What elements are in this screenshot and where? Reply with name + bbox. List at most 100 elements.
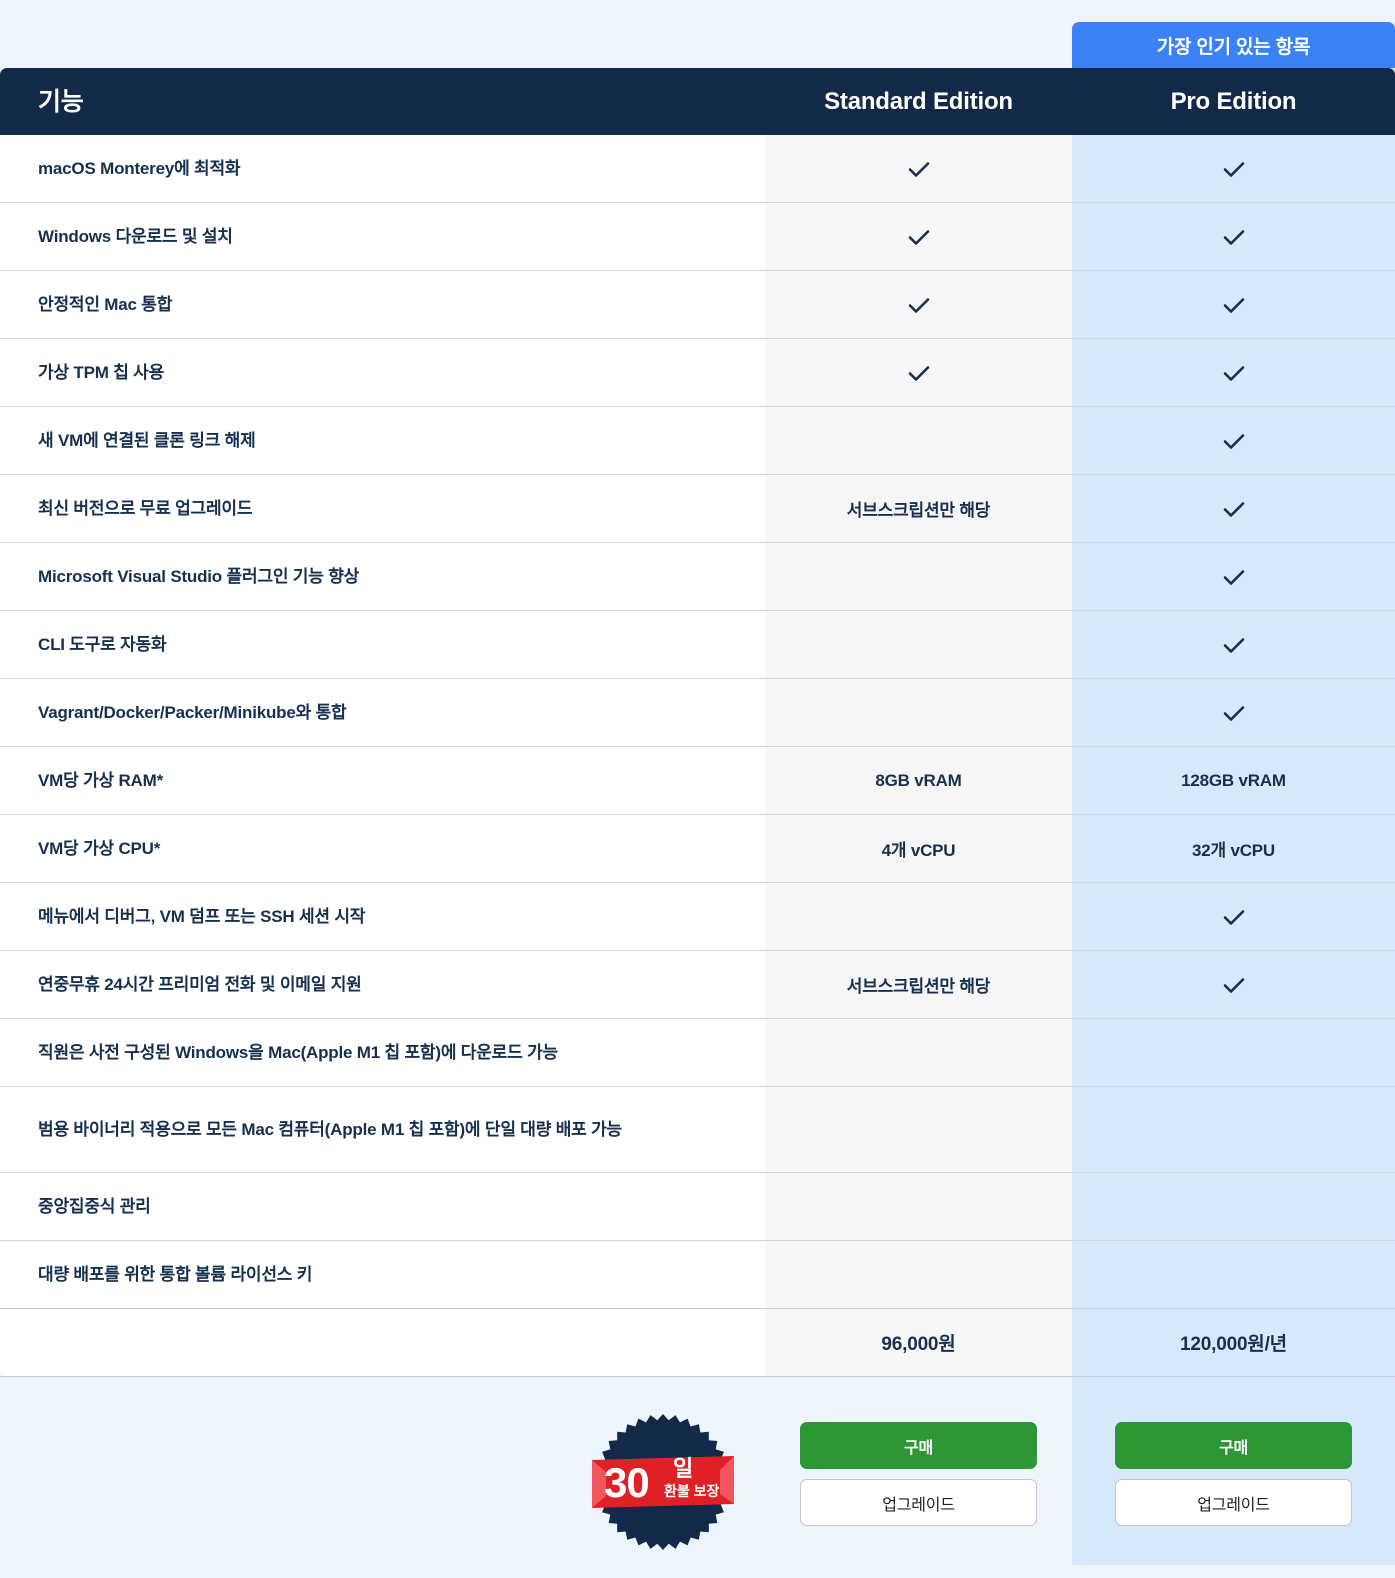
standard-value: 8GB vRAM: [765, 747, 1072, 814]
pro-value: [1072, 1173, 1395, 1240]
comparison-table: 기능 Standard Edition Pro Edition macOS Mo…: [0, 68, 1395, 1377]
standard-value: 서브스크립션만 해당: [765, 475, 1072, 542]
feature-label: macOS Monterey에 최적화: [0, 135, 765, 202]
table-row: 안정적인 Mac 통합: [0, 271, 1395, 339]
guarantee-subtitle: 환불 보장: [664, 1483, 720, 1499]
feature-label: 연중무휴 24시간 프리미엄 전화 및 이메일 지원: [0, 951, 765, 1018]
pro-value: [1072, 883, 1395, 950]
check-icon: [908, 161, 929, 177]
pro-value: [1072, 679, 1395, 746]
pro-value: [1072, 1019, 1395, 1086]
pro-value: [1072, 271, 1395, 338]
feature-label: 직원은 사전 구성된 Windows을 Mac(Apple M1 칩 포함)에 …: [0, 1019, 765, 1086]
standard-value: 서브스크립션만 해당: [765, 951, 1072, 1018]
standard-value: [765, 339, 1072, 406]
header-feature-label: 기능: [38, 87, 84, 116]
guarantee-number: 30: [604, 1459, 650, 1506]
standard-value: [765, 203, 1072, 270]
standard-value: [765, 1019, 1072, 1086]
standard-value: [765, 611, 1072, 678]
standard-upgrade-button[interactable]: 업그레이드: [800, 1479, 1037, 1526]
check-icon: [1223, 909, 1244, 925]
table-row: CLI 도구로 자동화: [0, 611, 1395, 679]
most-popular-banner-label: 가장 인기 있는 항목: [1156, 36, 1311, 58]
check-icon: [1223, 569, 1244, 585]
standard-value: [765, 679, 1072, 746]
check-icon: [1223, 637, 1244, 653]
header-pro-label: Pro Edition: [1170, 87, 1297, 115]
table-row: 연중무휴 24시간 프리미엄 전화 및 이메일 지원 서브스크립션만 해당: [0, 951, 1395, 1019]
feature-label: 새 VM에 연결된 클론 링크 해제: [0, 407, 765, 474]
pro-upgrade-button[interactable]: 업그레이드: [1115, 1479, 1352, 1526]
standard-value: [765, 135, 1072, 202]
pro-value: [1072, 475, 1395, 542]
money-back-guarantee-badge: 30 일 환불 보장: [588, 1400, 738, 1565]
pro-value: 32개 vCPU: [1072, 815, 1395, 882]
feature-label: 안정적인 Mac 통합: [0, 271, 765, 338]
header-standard-label: Standard Edition: [824, 87, 1013, 115]
table-row: 최신 버전으로 무료 업그레이드 서브스크립션만 해당: [0, 475, 1395, 543]
standard-value: [765, 407, 1072, 474]
table-row: 중앙집중식 관리: [0, 1173, 1395, 1241]
check-icon: [1223, 705, 1244, 721]
pro-value: [1072, 339, 1395, 406]
standard-value: [765, 1087, 1072, 1172]
table-row: VM당 가상 CPU* 4개 vCPU 32개 vCPU: [0, 815, 1395, 883]
table-row: Microsoft Visual Studio 플러그인 기능 향상: [0, 543, 1395, 611]
table-row: 대량 배포를 위한 통합 볼륨 라이선스 키: [0, 1241, 1395, 1309]
feature-label: 최신 버전으로 무료 업그레이드: [0, 475, 765, 542]
guarantee-unit: 일: [673, 1456, 694, 1481]
pro-value: [1072, 951, 1395, 1018]
feature-label: Vagrant/Docker/Packer/Minikube와 통합: [0, 679, 765, 746]
table-row: VM당 가상 RAM* 8GB vRAM 128GB vRAM: [0, 747, 1395, 815]
feature-label: VM당 가상 CPU*: [0, 815, 765, 882]
feature-label: Microsoft Visual Studio 플러그인 기능 향상: [0, 543, 765, 610]
feature-label: CLI 도구로 자동화: [0, 611, 765, 678]
pricing-comparison-page: 가장 인기 있는 항목 기능 Standard Edition Pro Edit…: [0, 0, 1395, 1578]
pro-value: [1072, 1241, 1395, 1308]
pro-value: [1072, 135, 1395, 202]
check-icon: [1223, 161, 1244, 177]
table-body: macOS Monterey에 최적화 Windows 다운로드 및 설치 안정적인…: [0, 135, 1395, 1309]
check-icon: [1223, 501, 1244, 517]
pro-buy-button[interactable]: 구매: [1115, 1422, 1352, 1469]
pro-value: [1072, 1087, 1395, 1172]
feature-label: Windows 다운로드 및 설치: [0, 203, 765, 270]
standard-value: [765, 271, 1072, 338]
feature-label: 가상 TPM 칩 사용: [0, 339, 765, 406]
table-row: 새 VM에 연결된 클론 링크 해제: [0, 407, 1395, 475]
feature-label: 범용 바이너리 적용으로 모든 Mac 컴퓨터(Apple M1 칩 포함)에 …: [0, 1087, 765, 1172]
standard-cta-column: 구매 업그레이드: [765, 1363, 1072, 1578]
standard-value: [765, 1241, 1072, 1308]
pro-value: [1072, 611, 1395, 678]
feature-label: VM당 가상 RAM*: [0, 747, 765, 814]
most-popular-banner: 가장 인기 있는 항목: [1072, 22, 1395, 68]
feature-label: 메뉴에서 디버그, VM 덤프 또는 SSH 세션 시작: [0, 883, 765, 950]
table-row: 메뉴에서 디버그, VM 덤프 또는 SSH 세션 시작: [0, 883, 1395, 951]
table-row: 범용 바이너리 적용으로 모든 Mac 컴퓨터(Apple M1 칩 포함)에 …: [0, 1087, 1395, 1173]
feature-label: 대량 배포를 위한 통합 볼륨 라이선스 키: [0, 1241, 765, 1308]
standard-value: 4개 vCPU: [765, 815, 1072, 882]
check-icon: [1223, 977, 1244, 993]
check-icon: [1223, 433, 1244, 449]
check-icon: [908, 297, 929, 313]
check-icon: [1223, 365, 1244, 381]
check-icon: [1223, 297, 1244, 313]
check-icon: [908, 229, 929, 245]
pro-value: 128GB vRAM: [1072, 747, 1395, 814]
check-icon: [908, 365, 929, 381]
standard-value: [765, 883, 1072, 950]
pro-value: [1072, 543, 1395, 610]
check-icon: [1223, 229, 1244, 245]
table-row: 직원은 사전 구성된 Windows을 Mac(Apple M1 칩 포함)에 …: [0, 1019, 1395, 1087]
pro-value: [1072, 407, 1395, 474]
table-header-row: 기능 Standard Edition Pro Edition: [0, 68, 1395, 135]
standard-value: [765, 1173, 1072, 1240]
pro-cta-column: 구매 업그레이드: [1072, 1363, 1395, 1578]
table-row: Windows 다운로드 및 설치: [0, 203, 1395, 271]
standard-value: [765, 543, 1072, 610]
standard-buy-button[interactable]: 구매: [800, 1422, 1037, 1469]
pro-value: [1072, 203, 1395, 270]
feature-label: 중앙집중식 관리: [0, 1173, 765, 1240]
table-row: macOS Monterey에 최적화: [0, 135, 1395, 203]
